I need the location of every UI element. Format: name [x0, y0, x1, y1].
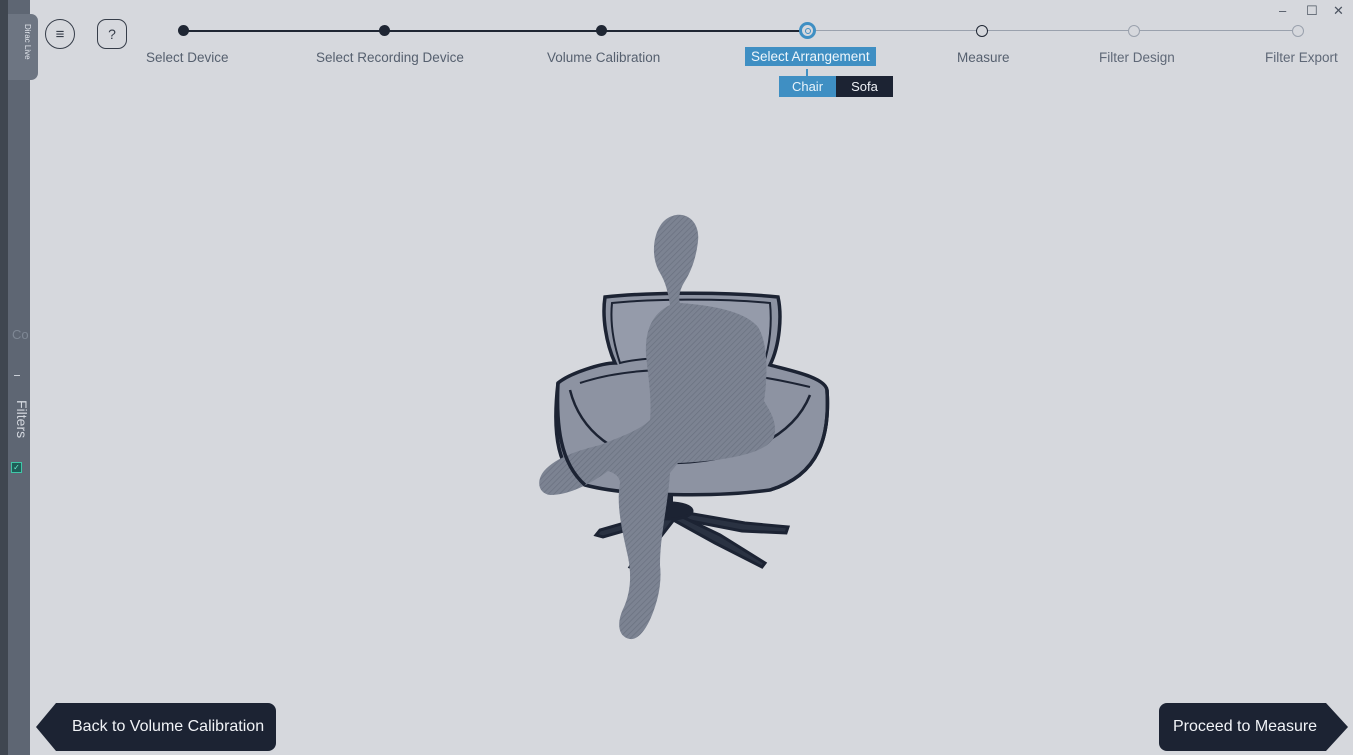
sidebar-ghost-text: Co: [12, 327, 29, 342]
sidebar-rail: [8, 0, 30, 755]
step-node-filter-design[interactable]: [1128, 24, 1140, 37]
question-icon: ?: [108, 26, 116, 42]
step-label-measure[interactable]: Measure: [957, 50, 1010, 65]
menu-button[interactable]: ≡: [45, 19, 75, 49]
sidebar-edge: [0, 0, 8, 755]
arrangement-toggle: Chair Sofa: [779, 76, 893, 97]
close-button[interactable]: ✕: [1333, 3, 1344, 19]
step-node-select-arrangement[interactable]: [799, 22, 816, 39]
step-node-volume-calibration[interactable]: [596, 25, 607, 36]
proceed-button[interactable]: Proceed to Measure: [1159, 703, 1348, 751]
sidebar-divider: [14, 375, 20, 376]
stepper-line-completed: [184, 30, 808, 32]
hamburger-icon: ≡: [55, 25, 65, 43]
step-label-filter-export[interactable]: Filter Export: [1265, 50, 1338, 65]
app-tab-label: Dirac Live: [23, 24, 32, 60]
step-node-select-recording-device[interactable]: [379, 25, 390, 36]
step-node-measure[interactable]: [976, 24, 988, 37]
step-label-select-recording-device[interactable]: Select Recording Device: [316, 50, 464, 65]
stepper-line-remaining: [808, 30, 1298, 31]
proceed-button-label: Proceed to Measure: [1173, 718, 1318, 735]
step-label-volume-calibration[interactable]: Volume Calibration: [547, 50, 660, 65]
back-button[interactable]: Back to Volume Calibration: [36, 703, 276, 751]
help-button[interactable]: ?: [97, 19, 127, 49]
arrangement-sofa-option[interactable]: Sofa: [836, 76, 893, 97]
step-label-select-device[interactable]: Select Device: [146, 50, 229, 65]
maximize-button[interactable]: ☐: [1306, 3, 1318, 19]
step-node-select-device[interactable]: [178, 25, 189, 36]
arrangement-chair-option[interactable]: Chair: [779, 76, 836, 97]
minimize-button[interactable]: –: [1279, 3, 1286, 18]
step-label-filter-design[interactable]: Filter Design: [1099, 50, 1175, 65]
sidebar-filters-tab[interactable]: Filters: [8, 400, 30, 438]
step-label-select-arrangement[interactable]: Select Arrangement: [745, 47, 876, 66]
filters-checkbox[interactable]: ✓: [11, 462, 22, 473]
person-in-chair-icon: [539, 214, 830, 640]
back-button-label: Back to Volume Calibration: [72, 718, 265, 735]
step-node-filter-export[interactable]: [1292, 24, 1304, 37]
